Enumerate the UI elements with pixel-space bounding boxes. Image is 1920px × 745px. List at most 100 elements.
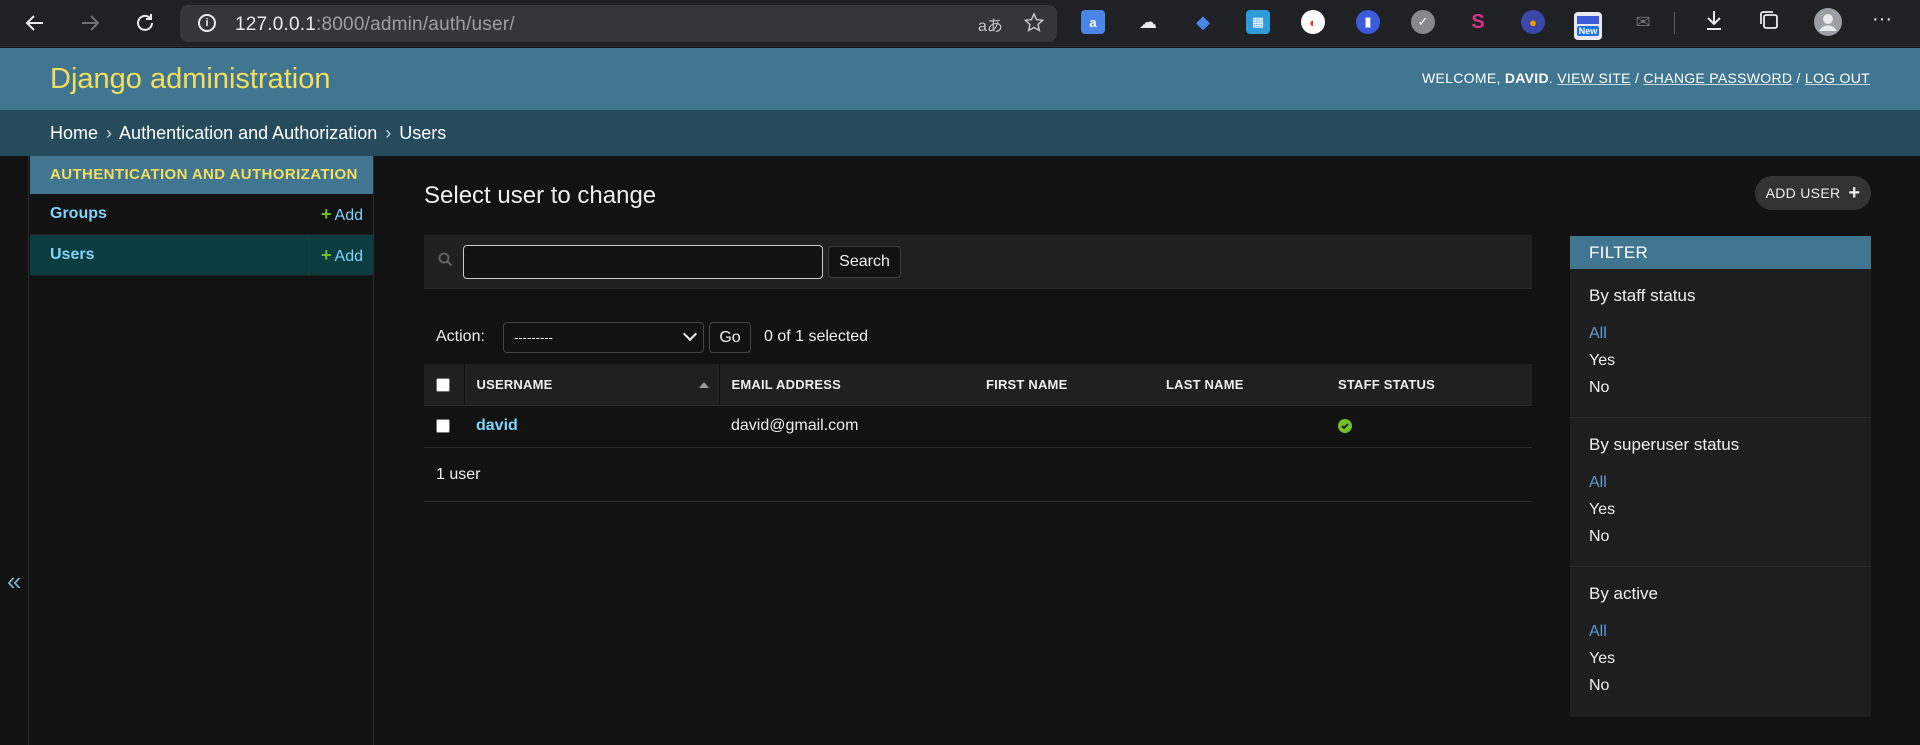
collections-icon[interactable] <box>1758 9 1780 37</box>
table-header-row: Username Email address First name Last n… <box>424 364 1532 406</box>
search-input[interactable] <box>463 245 823 279</box>
view-site-link[interactable]: View site <box>1557 70 1631 86</box>
s-extension-icon[interactable]: S <box>1466 10 1490 34</box>
actions-bar: Action: --------- Go 0 of 1 selected <box>424 320 1224 356</box>
downloads-icon[interactable] <box>1704 9 1724 37</box>
filter-option-all[interactable]: All <box>1589 320 1852 347</box>
address-bar[interactable]: i 127.0.0.1:8000/admin/auth/user/ aあ <box>180 5 1057 42</box>
filter-option-yes[interactable]: Yes <box>1589 496 1852 523</box>
search-button[interactable]: Search <box>828 246 901 278</box>
page-title: Select user to change <box>424 182 657 209</box>
go-button[interactable]: Go <box>709 322 751 353</box>
sort-ascending-icon[interactable] <box>698 382 709 388</box>
url-text[interactable]: 127.0.0.1:8000/admin/auth/user/ <box>235 14 515 36</box>
sidebar-app-caption[interactable]: Authentication and Authorization <box>30 156 373 194</box>
user-tools: Welcome, David. View site / Change passw… <box>1422 70 1870 86</box>
breadcrumb-home[interactable]: Home <box>50 123 98 143</box>
filter-option-no[interactable]: No <box>1589 672 1852 699</box>
log-out-link[interactable]: Log out <box>1805 70 1870 86</box>
column-header-staff-status[interactable]: Staff status <box>1326 364 1532 406</box>
column-header-last-name[interactable]: Last name <box>1154 364 1326 406</box>
add-group-link[interactable]: + Add <box>309 194 363 235</box>
filter-option-no[interactable]: No <box>1589 374 1852 401</box>
sidebar-item-groups-link[interactable]: Groups <box>30 205 107 223</box>
breadcrumb-app[interactable]: Authentication and Authorization <box>119 123 377 143</box>
row-checkbox[interactable] <box>436 418 450 433</box>
first-name-cell <box>974 405 1154 448</box>
action-label: Action: <box>436 328 485 345</box>
add-user-button[interactable]: Add user + <box>1755 176 1871 210</box>
breadcrumb-current: Users <box>399 123 447 143</box>
site-brand[interactable]: Django administration <box>50 63 330 96</box>
sidebar-item-users: Users + Add <box>30 235 373 276</box>
filter-title: Filter <box>1570 236 1871 269</box>
paginator: 1 user <box>424 449 1532 502</box>
graduation-extension-icon[interactable]: ◆ <box>1191 10 1215 34</box>
read-aloud-icon[interactable]: aあ <box>978 12 1003 36</box>
email-cell: david@gmail.com <box>719 405 974 448</box>
filter-group-staff-status: By staff status All Yes No <box>1570 269 1871 418</box>
search-icon <box>438 252 453 267</box>
add-plus-icon: + <box>321 204 332 224</box>
changelist-filter: Filter By staff status All Yes No By sup… <box>1570 236 1871 717</box>
yes-check-icon <box>1338 418 1352 433</box>
breadcrumb-separator: › <box>106 123 113 143</box>
results-table: Username Email address First name Last n… <box>424 364 1532 448</box>
filter-heading: By staff status <box>1589 286 1696 305</box>
column-header-username[interactable]: Username <box>463 364 720 406</box>
board-extension-icon[interactable]: ▦ <box>1246 10 1270 34</box>
action-select[interactable]: --------- <box>503 322 704 353</box>
new-extension-icon[interactable]: New <box>1574 12 1602 40</box>
sidebar-item-users-link[interactable]: Users <box>30 246 94 264</box>
toggle-sidebar-button[interactable]: « <box>0 156 29 745</box>
chevron-down-icon <box>682 326 698 342</box>
change-password-link[interactable]: Change password <box>1643 70 1792 86</box>
breadcrumb: Home › Authentication and Authorization … <box>0 110 1920 156</box>
collapse-sidebar-icon[interactable]: « <box>7 566 21 597</box>
username-link[interactable]: david <box>476 417 518 434</box>
bookmark-extension-icon[interactable]: ▮ <box>1356 10 1380 34</box>
cloud-extension-icon[interactable]: ☁ <box>1136 10 1160 34</box>
column-header-email[interactable]: Email address <box>719 364 974 406</box>
add-plus-icon: + <box>321 245 332 265</box>
fox-extension-icon[interactable]: ● <box>1521 10 1545 34</box>
selected-count: 0 of 1 selected <box>764 328 869 345</box>
color-extension-icon[interactable]: ◐ <box>1301 10 1325 34</box>
username-cell: david <box>464 405 719 448</box>
add-user-link[interactable]: + Add <box>308 235 363 276</box>
new-badge: New <box>1576 26 1600 36</box>
filter-option-yes[interactable]: Yes <box>1589 347 1852 374</box>
forward-icon[interactable] <box>70 3 110 43</box>
translate-extension-icon[interactable]: a <box>1081 10 1105 34</box>
filter-option-all[interactable]: All <box>1589 618 1852 645</box>
column-header-first-name[interactable]: First name <box>974 364 1154 406</box>
breadcrumb-separator: › <box>385 123 392 143</box>
search-toolbar: Search <box>424 235 1532 289</box>
filter-heading: By active <box>1589 584 1658 603</box>
plus-icon: + <box>1848 182 1861 204</box>
toolbar-divider <box>1674 12 1675 34</box>
filter-option-all[interactable]: All <box>1589 469 1852 496</box>
reload-icon[interactable] <box>125 3 165 43</box>
sidebar-item-groups: Groups + Add <box>30 194 373 235</box>
more-menu-icon[interactable]: ··· <box>1872 8 1892 31</box>
mail-extension-icon[interactable]: ✉ <box>1631 10 1655 34</box>
filter-option-yes[interactable]: Yes <box>1589 645 1852 672</box>
filter-group-superuser-status: By superuser status All Yes No <box>1570 418 1871 567</box>
select-all-checkbox[interactable] <box>436 378 450 393</box>
site-info-icon[interactable]: i <box>198 14 216 32</box>
profile-avatar-icon[interactable] <box>1814 8 1842 42</box>
row-select-cell <box>424 405 464 448</box>
back-icon[interactable] <box>15 3 55 43</box>
add-favorite-icon[interactable] <box>1023 12 1045 39</box>
select-all-header <box>424 364 464 406</box>
filter-heading: By superuser status <box>1589 435 1740 454</box>
filter-option-no[interactable]: No <box>1589 523 1852 550</box>
check-extension-icon[interactable]: ✓ <box>1411 10 1435 34</box>
filter-group-active: By active All Yes No <box>1570 567 1871 715</box>
welcome-text: Welcome, <box>1422 70 1501 86</box>
table-row: david david@gmail.com <box>424 405 1532 448</box>
staff-status-cell <box>1326 405 1532 448</box>
site-header: Django administration Welcome, David. Vi… <box>0 48 1920 110</box>
last-name-cell <box>1154 405 1326 448</box>
